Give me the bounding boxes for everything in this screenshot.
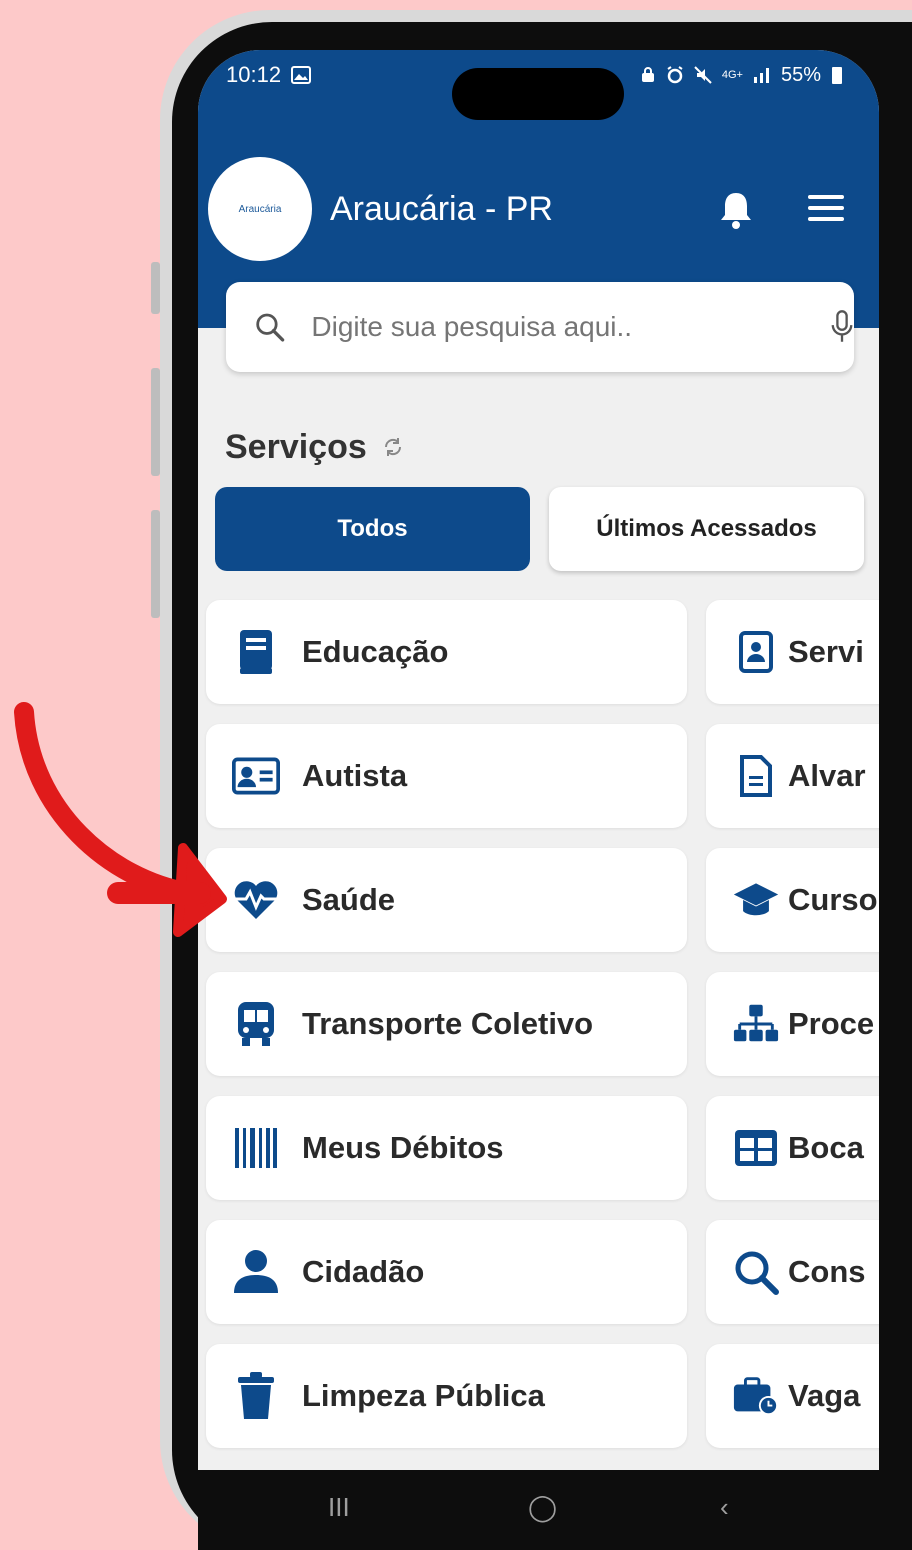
service-card-consulta[interactable]: Cons [706, 1220, 879, 1324]
refresh-icon[interactable] [382, 436, 404, 458]
service-label: Vaga [788, 1378, 861, 1413]
search-icon [732, 1248, 780, 1296]
service-label: Saúde [302, 882, 396, 917]
service-card-meus-debitos[interactable]: Meus Débitos [206, 1096, 687, 1200]
service-card-servidor[interactable]: Servi [706, 600, 879, 704]
service-label: Limpeza Pública [302, 1378, 545, 1413]
gallery-notification-icon [291, 66, 312, 84]
signal-icon [753, 68, 769, 83]
trash-icon [232, 1372, 280, 1420]
bus-icon [232, 1000, 280, 1048]
service-label: Boca [788, 1130, 864, 1165]
service-label: Curso [788, 882, 878, 917]
service-label: Servi [788, 634, 864, 669]
service-card-processos[interactable]: Proce [706, 972, 879, 1076]
lock-status-icon [641, 67, 654, 82]
service-card-alvara[interactable]: Alvar [706, 724, 879, 828]
system-nav-bar: III ◯ ‹ [198, 1470, 879, 1550]
table-icon [732, 1124, 780, 1172]
service-label: Educação [302, 634, 449, 669]
search-input[interactable] [309, 310, 720, 344]
city-title: Araucária - PR [330, 190, 553, 228]
service-label: Alvar [788, 758, 866, 793]
search-bar[interactable] [226, 282, 854, 372]
screen: 10:12 4G+ 55% Araucária Araucária - PR D… [198, 50, 879, 1470]
user-icon [232, 1248, 280, 1296]
logo-text: Araucária [238, 203, 282, 215]
annotation-arrow-icon [14, 702, 227, 937]
service-label: Proce [788, 1006, 875, 1041]
alarm-icon [667, 66, 683, 84]
microphone-icon[interactable] [830, 308, 854, 346]
tab-ultimos-acessados[interactable]: Últimos Acessados [549, 487, 864, 571]
service-card-vagas[interactable]: Vaga [706, 1344, 879, 1448]
service-label: Cons [788, 1254, 866, 1289]
service-label: Transporte Coletivo [302, 1006, 594, 1041]
service-card-saude[interactable]: Saúde [206, 848, 687, 952]
service-label: Autista [302, 758, 408, 793]
briefcase-clock-icon [732, 1372, 780, 1420]
notification-bell-icon[interactable] [718, 190, 754, 235]
service-card-cursos[interactable]: Curso [706, 848, 879, 952]
service-card-cidadao[interactable]: Cidadão [206, 1220, 687, 1324]
badge-icon [732, 628, 780, 676]
service-card-educacao[interactable]: Educação [206, 600, 687, 704]
services-section-title: Serviços [225, 428, 404, 467]
recent-apps-button[interactable]: III [328, 1492, 350, 1523]
network-type: 4G+ [721, 69, 743, 81]
back-button[interactable]: ‹ [720, 1492, 729, 1523]
tab-todos[interactable]: Todos [215, 487, 530, 571]
services-title: Serviços [225, 428, 367, 466]
service-card-transporte-coletivo[interactable]: Transporte Coletivo [206, 972, 687, 1076]
hamburger-menu-icon[interactable] [808, 195, 844, 228]
graduation-cap-icon [732, 876, 780, 924]
service-label: Meus Débitos [302, 1130, 504, 1165]
service-card-limpeza-publica[interactable]: Limpeza Pública [206, 1344, 687, 1448]
sitemap-icon [732, 1000, 780, 1048]
battery-level: 55% [780, 63, 821, 86]
search-icon [256, 313, 285, 342]
barcode-icon [232, 1124, 280, 1172]
service-label: Cidadão [302, 1254, 425, 1289]
service-card-autista[interactable]: Autista [206, 724, 687, 828]
service-card-boca[interactable]: Boca [706, 1096, 879, 1200]
camera-island [452, 68, 624, 120]
battery-icon [832, 67, 842, 84]
mute-icon [694, 66, 712, 84]
home-button[interactable]: ◯ [528, 1492, 557, 1523]
file-icon [732, 752, 780, 800]
